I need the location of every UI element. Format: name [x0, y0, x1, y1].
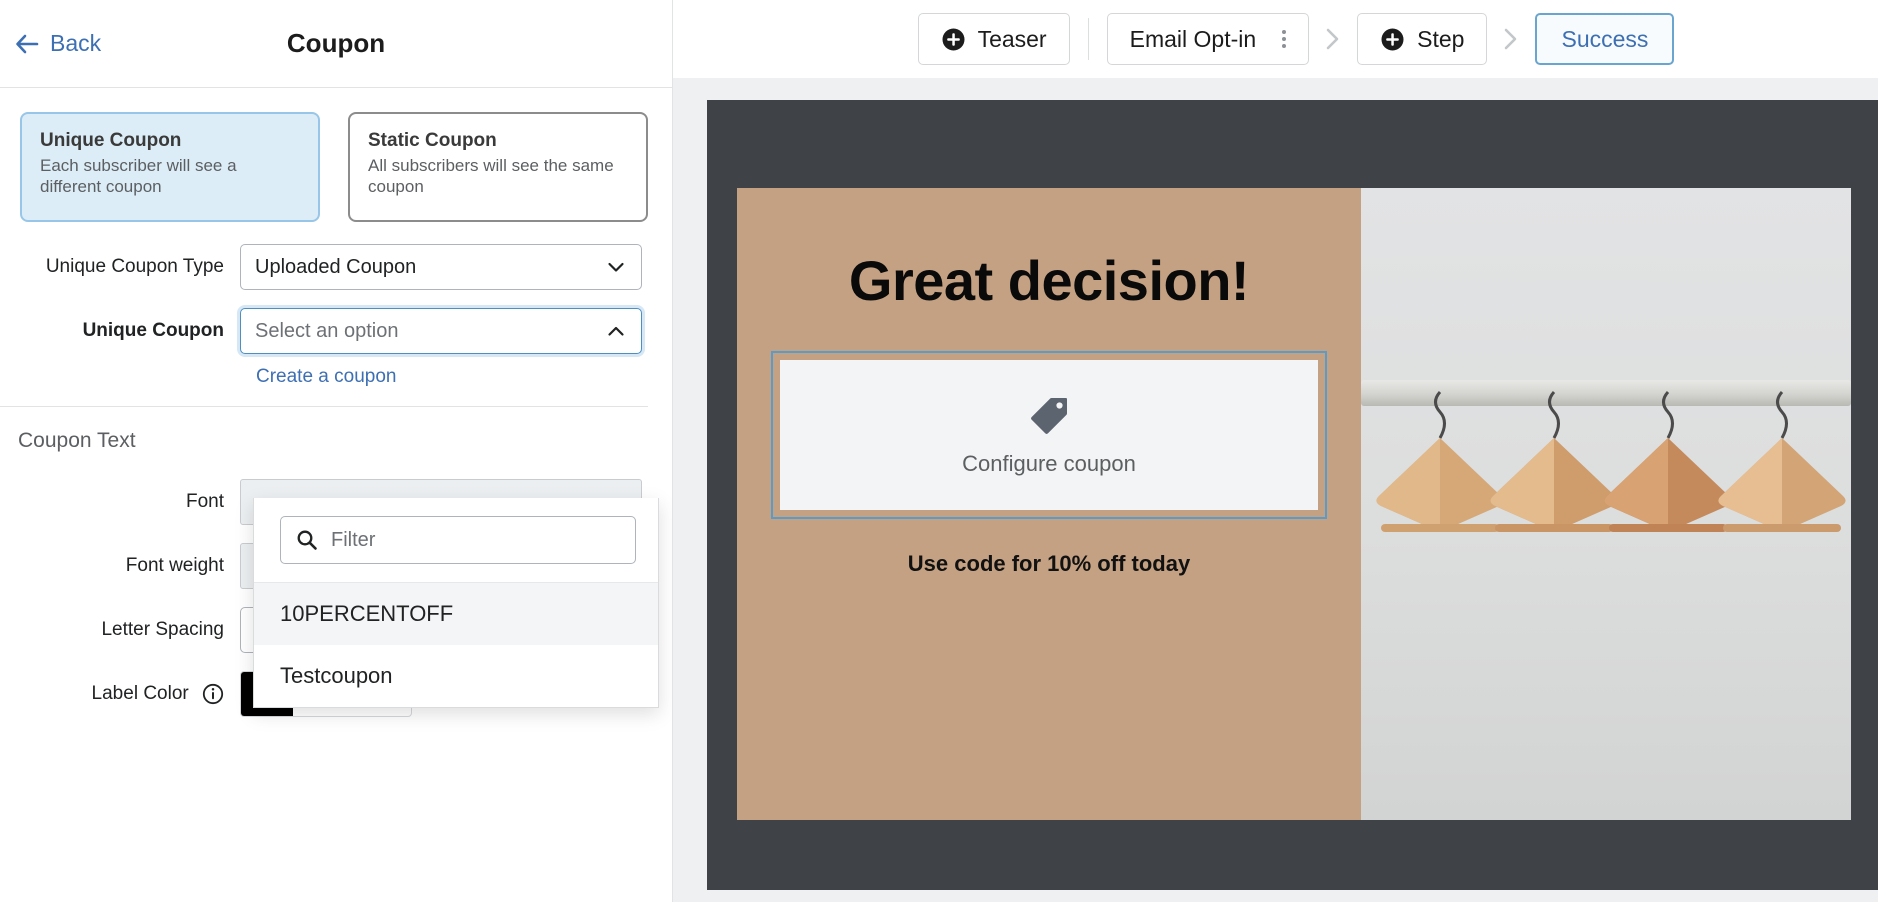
info-icon[interactable] [202, 683, 224, 705]
plus-circle-icon [942, 28, 965, 50]
coupon-type-unique[interactable]: Unique Coupon Each subscriber will see a… [20, 112, 320, 222]
letter-spacing-label: Letter Spacing [101, 619, 224, 641]
dropdown-option-list: 10PERCENTOFF Testcoupon [254, 582, 658, 707]
coupon-type-unique-title: Unique Coupon [40, 130, 182, 151]
unique-coupon-type-value: Uploaded Coupon [255, 255, 417, 278]
coupon-type-selector: Unique Coupon Each subscriber will see a… [0, 88, 672, 222]
popup-content-side: Great decision! Configure coupon Use cod… [737, 188, 1361, 820]
dropdown-filter-wrap: Filter [254, 498, 658, 582]
preview-panel: Teaser Email Opt-in Step Success Great d… [673, 0, 1878, 902]
unique-coupon-label: Unique Coupon [82, 320, 224, 342]
popup-heading: Great decision! [848, 249, 1250, 312]
nav-teaser-label: Teaser [977, 25, 1047, 52]
tag-icon [1031, 398, 1067, 434]
unique-coupon-dropdown: Filter 10PERCENTOFF Testcoupon [253, 498, 659, 708]
panel-header: Back Coupon [0, 0, 672, 88]
font-label: Font [185, 491, 224, 513]
unique-coupon-select[interactable]: Select an option [240, 308, 642, 354]
coupon-placeholder[interactable]: Configure coupon [771, 351, 1327, 519]
back-button[interactable]: Back [14, 30, 101, 57]
back-label: Back [50, 30, 102, 56]
coupon-type-static[interactable]: Static Coupon All subscribers will see t… [348, 112, 648, 222]
back-arrow-icon [16, 34, 39, 53]
dropdown-filter-input[interactable]: Filter [280, 516, 636, 564]
chevron-right-icon [1322, 26, 1344, 52]
dropdown-option-0[interactable]: 10PERCENTOFF [254, 583, 658, 645]
popup-image-side [1361, 188, 1851, 820]
coupon-type-unique-desc: Each subscriber will see a different cou… [40, 156, 237, 197]
row-unique-coupon-type: Unique Coupon Type Uploaded Coupon [0, 244, 648, 290]
unique-coupon-placeholder: Select an option [255, 319, 399, 342]
app-root: Back Coupon Unique Coupon Each subscribe… [0, 0, 1878, 902]
kebab-menu-icon[interactable] [1282, 30, 1287, 48]
create-coupon-link[interactable]: Create a coupon [256, 366, 397, 387]
row-unique-coupon: Unique Coupon Select an option [0, 308, 648, 354]
plus-circle-icon [1381, 28, 1404, 50]
label-color-label-text: Label Color [91, 683, 189, 705]
nav-separator [1087, 18, 1089, 60]
popup-subtext: Use code for 10% off today [907, 551, 1191, 576]
nav-email-optin-button[interactable]: Email Opt-in [1106, 13, 1310, 65]
nav-step-button[interactable]: Step [1357, 13, 1488, 65]
nav-email-optin-label: Email Opt-in [1129, 25, 1257, 52]
nav-step-label: Step [1417, 25, 1465, 52]
row-create-coupon-link: Create a coupon [0, 366, 648, 388]
coupon-text-section-label: Coupon Text [18, 429, 136, 452]
hanger-icon [1718, 390, 1846, 532]
device-frame: Great decision! Configure coupon Use cod… [707, 100, 1878, 890]
popup-preview: Great decision! Configure coupon Use cod… [737, 188, 1851, 820]
nav-success-label: Success [1561, 25, 1649, 52]
configure-coupon-text: Configure coupon [962, 451, 1136, 476]
search-icon [297, 530, 317, 550]
settings-panel: Back Coupon Unique Coupon Each subscribe… [0, 0, 673, 902]
font-weight-label: Font weight [125, 555, 224, 577]
nav-teaser-button[interactable]: Teaser [917, 13, 1070, 65]
preview-canvas: Great decision! Configure coupon Use cod… [673, 78, 1878, 902]
chevron-up-icon [608, 326, 624, 336]
label-color-label: Label Color [0, 682, 240, 706]
coupon-type-static-title: Static Coupon [368, 130, 497, 151]
dropdown-filter-placeholder: Filter [331, 528, 376, 551]
chevron-down-icon [608, 262, 624, 272]
unique-coupon-type-label: Unique Coupon Type [45, 256, 224, 278]
coupon-placeholder-inner: Configure coupon [780, 360, 1318, 510]
chevron-right-icon [1500, 26, 1522, 52]
nav-success-button[interactable]: Success [1535, 13, 1675, 65]
step-navigation: Teaser Email Opt-in Step Success [673, 0, 1878, 78]
coupon-type-static-desc: All subscribers will see the same coupon [368, 156, 614, 197]
dropdown-option-1[interactable]: Testcoupon [254, 645, 658, 707]
unique-coupon-type-select[interactable]: Uploaded Coupon [240, 244, 642, 290]
panel-body: Unique Coupon Each subscriber will see a… [0, 88, 672, 902]
